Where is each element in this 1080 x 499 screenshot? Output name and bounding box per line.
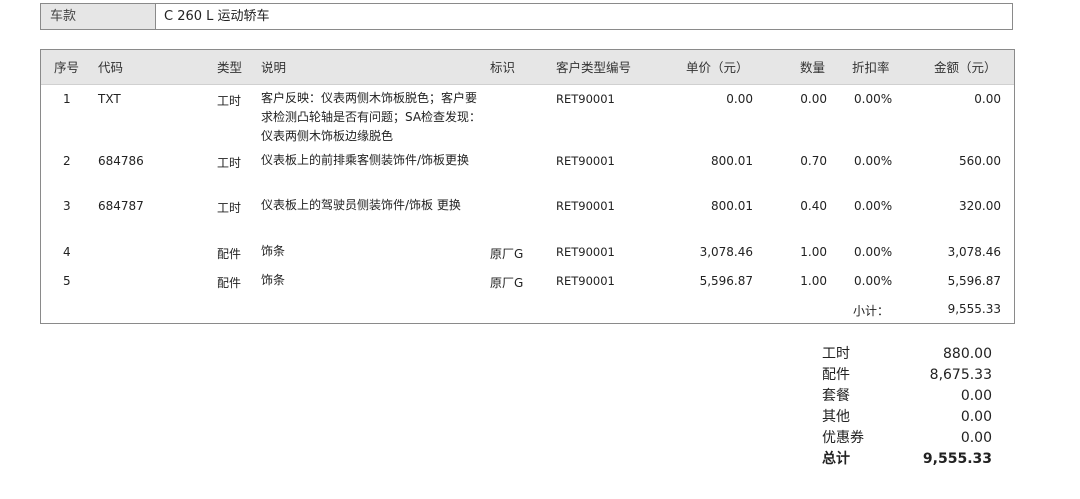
cell-desc: 仪表板上的前排乘客侧装饰件/饰板更换: [261, 153, 470, 167]
cell-price: 5,596.87: [699, 274, 753, 288]
summary-row-coupon: 优惠券 0.00: [822, 428, 992, 449]
items-table: 序号 代码 类型 说明 标识 客户类型编号 单价（元） 数量 折扣率 金额（元）…: [40, 49, 1015, 324]
total-value: 9,555.33: [922, 451, 992, 467]
cell-custtype: RET90001: [556, 92, 615, 106]
header-code: 代码: [98, 60, 124, 75]
summary-row-other: 其他 0.00: [822, 407, 992, 428]
header-seq: 序号: [54, 60, 80, 75]
header-custtype: 客户类型编号: [556, 60, 632, 75]
cell-price: 800.01: [711, 154, 753, 168]
cell-discount: 0.00%: [854, 154, 893, 168]
cell-qty: 0.00: [800, 92, 827, 106]
cell-custtype: RET90001: [556, 154, 615, 168]
cell-discount: 0.00%: [854, 92, 893, 106]
header-discount: 折扣率: [852, 60, 890, 75]
header-qty: 数量: [800, 60, 826, 75]
cell-desc: 饰条: [261, 273, 286, 287]
cell-qty: 0.40: [800, 199, 827, 213]
cell-seq: 3: [63, 199, 71, 213]
cell-amount: 320.00: [959, 199, 1001, 213]
cell-qty: 1.00: [800, 245, 827, 259]
summary-value: 0.00: [960, 430, 992, 446]
summary-row-parts: 配件 8,675.33: [822, 365, 992, 386]
summary-value: 0.00: [960, 388, 992, 404]
cell-price: 3,078.46: [699, 245, 753, 259]
cell-amount: 0.00: [974, 92, 1001, 106]
cell-type: 工时: [217, 156, 242, 170]
cell-discount: 0.00%: [854, 199, 893, 213]
cell-seq: 5: [63, 274, 71, 288]
cell-custtype: RET90001: [556, 274, 615, 288]
cell-price: 0.00: [726, 92, 753, 106]
summary-label: 其他: [822, 409, 850, 425]
summary-row-labor: 工时 880.00: [822, 344, 992, 365]
cell-discount: 0.00%: [854, 245, 893, 259]
subtotal-value: 9,555.33: [947, 302, 1001, 316]
model-label: 车款: [41, 4, 156, 29]
cell-seq: 4: [63, 245, 71, 259]
cell-type: 配件: [217, 247, 242, 261]
cell-qty: 1.00: [800, 274, 827, 288]
summary-label: 套餐: [822, 388, 850, 404]
cell-code: 684787: [98, 199, 144, 213]
cell-amount: 3,078.46: [947, 245, 1001, 259]
summary-label: 工时: [822, 346, 850, 362]
summary-value: 880.00: [943, 346, 992, 362]
cell-mark: 原厂G: [490, 247, 524, 261]
cell-desc: 仪表板上的驾驶员侧装饰件/饰板 更换: [261, 198, 461, 212]
cell-type: 配件: [217, 276, 242, 290]
summary-label: 优惠券: [822, 430, 864, 446]
header-mark: 标识: [490, 60, 516, 75]
summary-label: 配件: [822, 367, 850, 383]
cell-amount: 5,596.87: [947, 274, 1001, 288]
summary-row-total: 总计 9,555.33: [822, 449, 992, 470]
summary-value: 8,675.33: [929, 367, 992, 383]
cell-code: TXT: [98, 92, 121, 106]
header-desc: 说明: [261, 60, 287, 75]
cell-mark: 原厂G: [490, 276, 524, 290]
cell-code: 684786: [98, 154, 144, 168]
cell-amount: 560.00: [959, 154, 1001, 168]
cell-seq: 1: [63, 92, 71, 106]
cell-discount: 0.00%: [854, 274, 893, 288]
model-value: C 260 L 运动轿车: [164, 9, 270, 24]
cell-type: 工时: [217, 201, 242, 215]
summary-row-package: 套餐 0.00: [822, 386, 992, 407]
header-type: 类型: [217, 60, 243, 75]
cell-type: 工时: [217, 94, 242, 108]
header-amount: 金额（元）: [934, 60, 997, 75]
cell-seq: 2: [63, 154, 71, 168]
header-price: 单价（元）: [686, 60, 749, 75]
summary-block: 工时 880.00 配件 8,675.33 套餐 0.00 其他 0.00 优惠…: [822, 344, 992, 470]
model-info-box: 车款 C 260 L 运动轿车: [40, 3, 1013, 30]
cell-price: 800.01: [711, 199, 753, 213]
cell-custtype: RET90001: [556, 199, 615, 213]
cell-desc: 饰条: [261, 244, 286, 258]
summary-value: 0.00: [960, 409, 992, 425]
subtotal-label: 小计：: [853, 304, 890, 318]
table-header: 序号 代码 类型 说明 标识 客户类型编号 单价（元） 数量 折扣率 金额（元）: [41, 50, 1014, 85]
total-label: 总计: [822, 451, 850, 467]
cell-desc: 客户反映：仪表两侧木饰板脱色；客户要求检测凸轮轴是否有问题；SA检查发现：仪表两…: [261, 91, 482, 143]
cell-custtype: RET90001: [556, 245, 615, 259]
cell-qty: 0.70: [800, 154, 827, 168]
